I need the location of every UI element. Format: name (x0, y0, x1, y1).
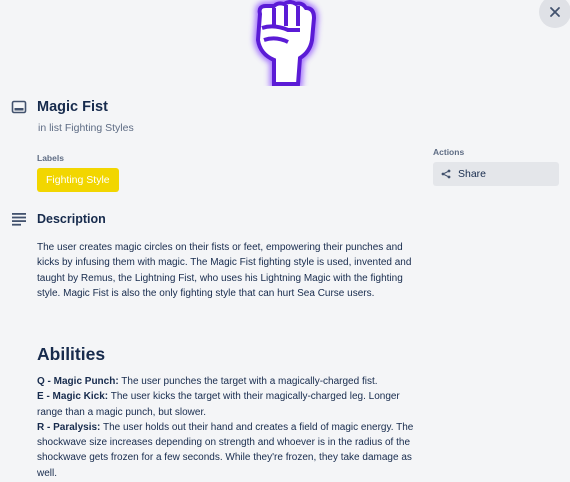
ability-text: The user punches the target with a magic… (118, 376, 378, 387)
description-heading: Description (37, 212, 106, 226)
ability-item: Q - Magic Punch: The user punches the ta… (37, 374, 427, 389)
actions-heading: Actions (433, 147, 465, 157)
card-cover (0, 0, 570, 86)
ability-key: E - Magic Kick: (37, 391, 109, 403)
list-name-link[interactable]: Fighting Styles (65, 122, 134, 134)
in-list-prefix: in list (38, 122, 62, 134)
description-lines-icon (12, 213, 26, 226)
close-button[interactable] (539, 0, 570, 28)
card-icon (11, 100, 27, 114)
in-list-text: in list Fighting Styles (38, 122, 134, 134)
share-button[interactable]: Share (433, 162, 559, 186)
share-icon (441, 169, 451, 179)
ability-key: Q - Magic Punch: (37, 376, 119, 387)
share-label: Share (458, 168, 487, 180)
description-header: Description (11, 212, 106, 226)
card-title[interactable]: Magic Fist (37, 99, 108, 115)
ability-item: R - Paralysis: The user holds out their … (37, 420, 427, 481)
raised-fist-icon (253, 0, 319, 86)
ability-item: E - Magic Kick: The user kicks the targe… (37, 389, 427, 420)
ability-key: R - Paralysis: (37, 421, 101, 433)
close-icon (550, 7, 560, 17)
abilities-heading: Abilities (37, 344, 106, 364)
card-title-row: Magic Fist (11, 99, 108, 115)
description-body[interactable]: The user creates magic circles on their … (37, 240, 422, 301)
label-chip-fighting-style[interactable]: Fighting Style (37, 168, 119, 192)
abilities-list[interactable]: Q - Magic Punch: The user punches the ta… (37, 374, 427, 481)
labels-heading: Labels (37, 153, 64, 163)
